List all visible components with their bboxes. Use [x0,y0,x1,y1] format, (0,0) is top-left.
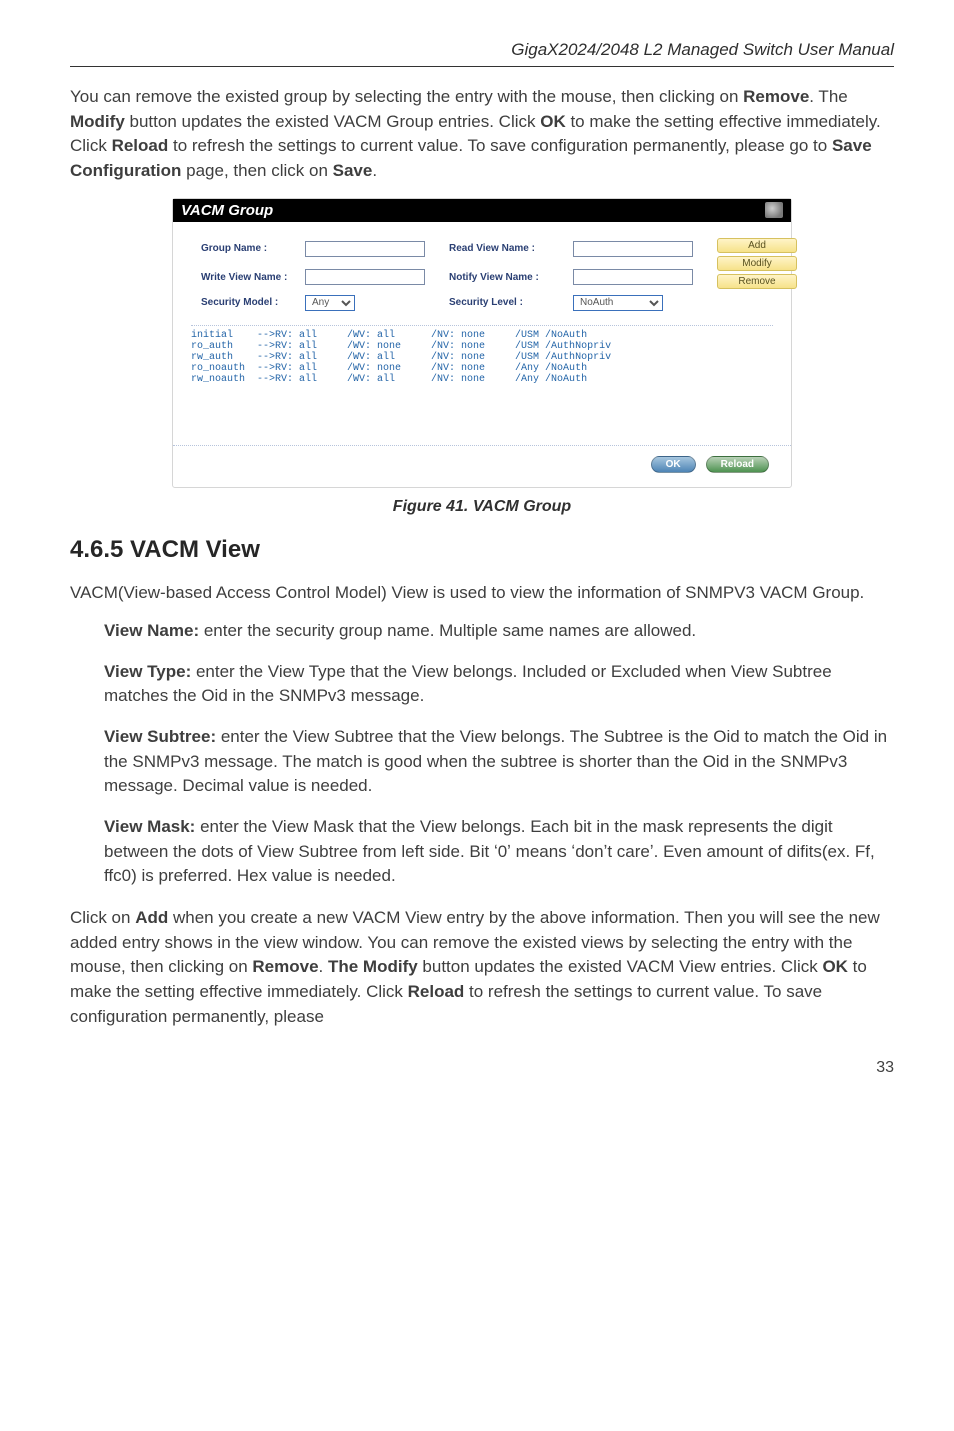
section-intro: VACM(View-based Access Control Model) Vi… [70,581,894,606]
figure-vacm-group: VACM Group Group Name : Read View Name :… [172,198,792,488]
vacm-group-panel: VACM Group Group Name : Read View Name :… [172,198,792,488]
text: . The [809,87,847,106]
text: page, then click on [181,161,332,180]
bold: OK [822,957,848,976]
page-header: GigaX2024/2048 L2 Managed Switch User Ma… [70,40,894,67]
entries-list[interactable]: initial -->RV: all /WV: all /NV: none /U… [173,326,791,446]
gear-icon [765,202,783,218]
text: . [372,161,377,180]
group-name-label: Group Name : [201,243,291,254]
bold: Reload [408,982,465,1001]
security-model-select[interactable]: Any [305,295,355,311]
bold: Remove [743,87,809,106]
ok-button[interactable]: OK [651,456,696,473]
reload-button[interactable]: Reload [706,456,769,473]
intro-paragraph: You can remove the existed group by sele… [70,85,894,184]
write-view-input[interactable] [305,269,425,285]
def-view-type: View Type: enter the View Type that the … [104,660,894,709]
bold: Reload [112,136,169,155]
read-view-label: Read View Name : [449,243,559,254]
def-text: enter the View Subtree that the View bel… [104,727,887,795]
text: to refresh the settings to current value… [168,136,832,155]
bold: Modify [70,112,125,131]
def-text: enter the View Type that the View belong… [104,662,832,706]
bold: Remove [252,957,318,976]
def-text: enter the security group name. Multiple … [199,621,696,640]
write-view-label: Write View Name : [201,272,291,283]
security-level-select[interactable]: NoAuth [573,295,663,311]
def-view-name: View Name: enter the security group name… [104,619,894,644]
panel-title: VACM Group [181,202,273,219]
figure-caption: Figure 41. VACM Group [70,498,894,516]
form-grid: Group Name : Read View Name : Add Modify… [173,222,791,321]
notify-view-label: Notify View Name : [449,272,559,283]
security-model-label: Security Model : [201,297,291,308]
panel-title-bar: VACM Group [173,199,791,222]
text: You can remove the existed group by sele… [70,87,743,106]
footer-buttons: OK Reload [173,446,791,487]
bold: Save [333,161,373,180]
section-heading: 4.6.5 VACM View [70,536,894,564]
def-view-mask: View Mask: enter the View Mask that the … [104,815,894,889]
text: button updates the existed VACM View ent… [418,957,823,976]
bold: OK [540,112,566,131]
read-view-input[interactable] [573,241,693,257]
text: button updates the existed VACM Group en… [125,112,540,131]
group-name-input[interactable] [305,241,425,257]
text: Click on [70,908,135,927]
bold: Add [135,908,168,927]
header-title: GigaX2024/2048 L2 Managed Switch User Ma… [511,40,894,59]
def-label: View Mask: [104,817,195,836]
def-label: View Name: [104,621,199,640]
add-button[interactable]: Add [717,238,797,253]
def-text: enter the View Mask that the View belong… [104,817,875,885]
remove-button[interactable]: Remove [717,274,797,289]
def-label: View Type: [104,662,191,681]
def-view-subtree: View Subtree: enter the View Subtree tha… [104,725,894,799]
def-label: View Subtree: [104,727,216,746]
text: . [319,957,328,976]
security-level-label: Security Level : [449,297,559,308]
closing-paragraph: Click on Add when you create a new VACM … [70,906,894,1029]
notify-view-input[interactable] [573,269,693,285]
modify-button[interactable]: Modify [717,256,797,271]
page-number: 33 [70,1059,894,1077]
bold: The Modify [328,957,418,976]
